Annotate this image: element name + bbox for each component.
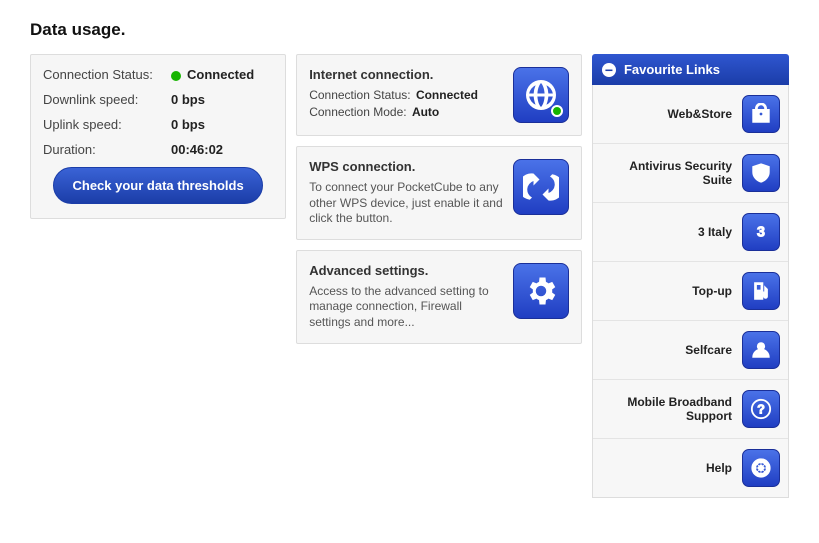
lifebuoy-icon bbox=[742, 449, 780, 487]
status-online-dot-icon bbox=[551, 105, 563, 117]
tile-desc: To connect your PocketCube to any other … bbox=[309, 180, 503, 227]
favourite-link-label: Selfcare bbox=[601, 343, 742, 357]
favourite-link-label: Web&Store bbox=[601, 107, 742, 121]
favourite-links-panel: − Favourite Links Web&Store Antivirus Sec… bbox=[592, 54, 789, 498]
favourite-link-label: 3 Italy bbox=[601, 225, 742, 239]
bag-icon bbox=[742, 95, 780, 133]
question-icon: ? bbox=[742, 390, 780, 428]
status-panel: Connection Status: Connected Downlink sp… bbox=[30, 54, 286, 219]
tile-title: Internet connection. bbox=[309, 67, 503, 82]
status-online-dot-icon bbox=[171, 71, 181, 81]
header-text: Favourite Links bbox=[624, 62, 720, 77]
value: Connected bbox=[416, 88, 478, 102]
favourite-link-label: Antivirus Security Suite bbox=[601, 159, 742, 188]
shield-icon bbox=[742, 154, 780, 192]
gear-icon bbox=[513, 263, 569, 319]
check-thresholds-button[interactable]: Check your data thresholds bbox=[53, 167, 262, 204]
favourite-link-label: Top-up bbox=[601, 284, 742, 298]
user-card-icon bbox=[742, 331, 780, 369]
label: Uplink speed: bbox=[43, 117, 163, 132]
sync-arrows-icon bbox=[513, 159, 569, 215]
favourite-link-label: Mobile Broadband Support bbox=[601, 395, 742, 424]
tile-row-mode: Connection Mode: Auto bbox=[309, 105, 503, 119]
value: Connected bbox=[171, 67, 254, 82]
tile-row-status: Connection Status: Connected bbox=[309, 88, 503, 102]
row-downlink: Downlink speed: 0 bps bbox=[43, 92, 273, 107]
label: Connection Mode: bbox=[309, 105, 406, 119]
label: Connection Status: bbox=[309, 88, 410, 102]
page-title: Data usage. bbox=[30, 20, 789, 40]
favourite-link-item[interactable]: Mobile Broadband Support? bbox=[593, 380, 788, 439]
fuel-icon bbox=[742, 272, 780, 310]
tile-advanced-settings[interactable]: Advanced settings. Access to the advance… bbox=[296, 250, 582, 344]
tile-wps-connection[interactable]: WPS connection. To connect your PocketCu… bbox=[296, 146, 582, 240]
tile-internet-connection[interactable]: Internet connection. Connection Status: … bbox=[296, 54, 582, 136]
tile-title: Advanced settings. bbox=[309, 263, 503, 278]
favourite-link-item[interactable]: 3 Italy 3 bbox=[593, 203, 788, 262]
svg-text:3: 3 bbox=[757, 225, 765, 241]
favourite-link-item[interactable]: Top-up bbox=[593, 262, 788, 321]
svg-text:?: ? bbox=[757, 402, 765, 417]
favourite-link-item[interactable]: Selfcare bbox=[593, 321, 788, 380]
row-connection-status: Connection Status: Connected bbox=[43, 67, 273, 82]
value: 00:46:02 bbox=[171, 142, 223, 157]
label: Connection Status: bbox=[43, 67, 163, 82]
row-uplink: Uplink speed: 0 bps bbox=[43, 117, 273, 132]
tile-desc: Access to the advanced setting to manage… bbox=[309, 284, 503, 331]
value: 0 bps bbox=[171, 92, 205, 107]
globe-icon bbox=[513, 67, 569, 123]
favourite-links-header[interactable]: − Favourite Links bbox=[592, 54, 789, 85]
favourite-link-label: Help bbox=[601, 461, 742, 475]
favourite-link-item[interactable]: Help bbox=[593, 439, 788, 497]
row-duration: Duration: 00:46:02 bbox=[43, 142, 273, 157]
collapse-icon: − bbox=[602, 63, 616, 77]
label: Duration: bbox=[43, 142, 163, 157]
three-icon: 3 bbox=[742, 213, 780, 251]
label: Downlink speed: bbox=[43, 92, 163, 107]
value-text: Connected bbox=[187, 67, 254, 82]
favourite-link-item[interactable]: Antivirus Security Suite bbox=[593, 144, 788, 203]
favourite-link-item[interactable]: Web&Store bbox=[593, 85, 788, 144]
value: Auto bbox=[412, 105, 439, 119]
tile-title: WPS connection. bbox=[309, 159, 503, 174]
value: 0 bps bbox=[171, 117, 205, 132]
